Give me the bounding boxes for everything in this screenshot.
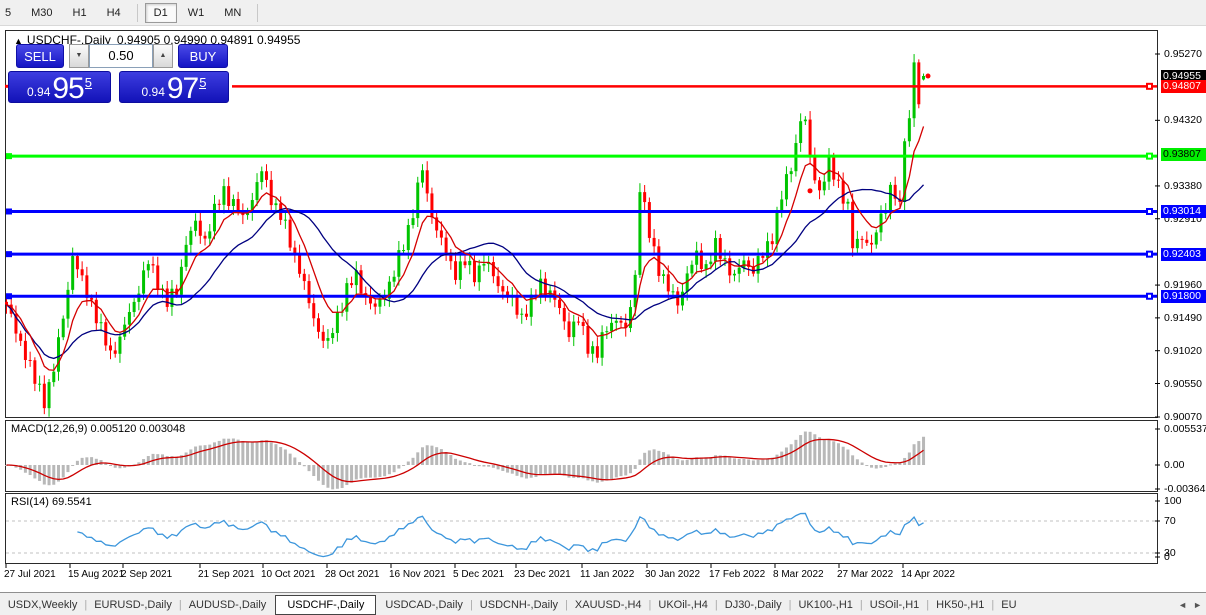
date-axis-label: 2 Sep 2021	[121, 569, 172, 580]
macd-axis-label: 0.005537	[1164, 423, 1206, 435]
tabs-scroll-right-icon[interactable]: ►	[1193, 600, 1202, 610]
date-axis-label: 16 Nov 2021	[389, 569, 446, 580]
date-axis-label: 30 Jan 2022	[645, 569, 700, 580]
tab-hk50[interactable]: HK50-,H1	[927, 596, 993, 614]
tab-eurusd[interactable]: EURUSD-,Daily	[85, 596, 181, 614]
tab-usoil[interactable]: USOil-,H1	[861, 596, 929, 614]
buy-price-box[interactable]: 0.94975	[119, 71, 229, 103]
rsi-indicator-label: RSI(14) 69.5541	[11, 496, 92, 508]
blue-line-badge-2: 0.92403	[1161, 248, 1206, 261]
buy-price-big: 97	[167, 75, 198, 102]
price-axis-label: 0.91020	[1164, 345, 1202, 357]
resistance-line-badge: 0.94807	[1161, 80, 1206, 93]
price-axis-label: 0.93380	[1164, 180, 1202, 192]
tab-dj30[interactable]: DJ30-,Daily	[716, 596, 791, 614]
trading-app-window: 5 M30 H1 H4 D1 W1 MN ▲USDCHF-,Daily0.949…	[0, 0, 1206, 615]
rsi-axis-label: 0	[1164, 551, 1170, 563]
price-axis-label: 0.90070	[1164, 411, 1202, 423]
date-axis-label: 15 Aug 2021	[68, 569, 124, 580]
price-axis-label: 0.94320	[1164, 114, 1202, 126]
buy-price-prefix: 0.94	[142, 85, 165, 99]
macd-axis-label: 0.00	[1164, 459, 1184, 471]
tab-xauusd[interactable]: XAUUSD-,H4	[566, 596, 651, 614]
volume-input[interactable]: 0.50	[89, 44, 153, 68]
macd-axis-label: -0.00364	[1164, 483, 1205, 495]
buy-price-pip: 5	[199, 77, 206, 89]
buy-button[interactable]: BUY	[178, 44, 228, 68]
sell-price-big: 95	[52, 75, 83, 102]
tab-usdcad[interactable]: USDCAD-,Daily	[376, 596, 472, 614]
date-axis-label: 5 Dec 2021	[453, 569, 504, 580]
rsi-axis-label: 100	[1164, 495, 1182, 507]
date-axis-label: 27 Mar 2022	[837, 569, 893, 580]
date-axis-label: 27 Jul 2021	[4, 569, 56, 580]
date-axis-label: 14 Apr 2022	[901, 569, 955, 580]
symbol-tab-bar: | USDX,Weekly | EURUSD-,Daily | AUDUSD-,…	[0, 592, 1206, 615]
blue-line-badge-3: 0.91800	[1161, 290, 1206, 303]
tab-usdchf-active[interactable]: USDCHF-,Daily	[275, 595, 376, 615]
one-click-trade-widget: SELL ▼ 0.50 ▲ BUY 0.94955 0.94975	[8, 44, 232, 103]
tab-partial-eu[interactable]: EU	[992, 596, 1025, 614]
sell-button[interactable]: SELL	[16, 44, 64, 68]
date-axis-label: 17 Feb 2022	[709, 569, 765, 580]
date-axis-label: 21 Sep 2021	[198, 569, 255, 580]
date-axis-label: 28 Oct 2021	[325, 569, 379, 580]
sell-price-box[interactable]: 0.94955	[8, 71, 111, 103]
tab-usdcnh[interactable]: USDCNH-,Daily	[471, 596, 567, 614]
date-axis-label: 23 Dec 2021	[514, 569, 571, 580]
sell-price-pip: 5	[85, 77, 92, 89]
rsi-axis-label: 70	[1164, 515, 1176, 527]
date-axis-label: 11 Jan 2022	[580, 569, 634, 580]
volume-decrease-button[interactable]: ▼	[69, 44, 89, 68]
tabs-scroll-left-icon[interactable]: ◄	[1178, 600, 1187, 610]
price-axis-label: 0.95270	[1164, 48, 1202, 60]
date-axis-label: 8 Mar 2022	[773, 569, 824, 580]
blue-line-badge-1: 0.93014	[1161, 205, 1206, 218]
sell-price-prefix: 0.94	[27, 85, 50, 99]
macd-indicator-label: MACD(12,26,9) 0.005120 0.003048	[11, 423, 185, 435]
date-axis-label: 10 Oct 2021	[261, 569, 315, 580]
tab-uk100[interactable]: UK100-,H1	[789, 596, 861, 614]
price-axis-label: 0.91490	[1164, 312, 1202, 324]
tab-ukoil[interactable]: UKOil-,H4	[649, 596, 717, 614]
volume-increase-button[interactable]: ▲	[153, 44, 173, 68]
tab-audusd[interactable]: AUDUSD-,Daily	[180, 596, 276, 614]
green-line-badge: 0.93807	[1161, 148, 1206, 161]
price-axis-label: 0.90550	[1164, 378, 1202, 390]
tab-usdx[interactable]: USDX,Weekly	[0, 596, 86, 614]
